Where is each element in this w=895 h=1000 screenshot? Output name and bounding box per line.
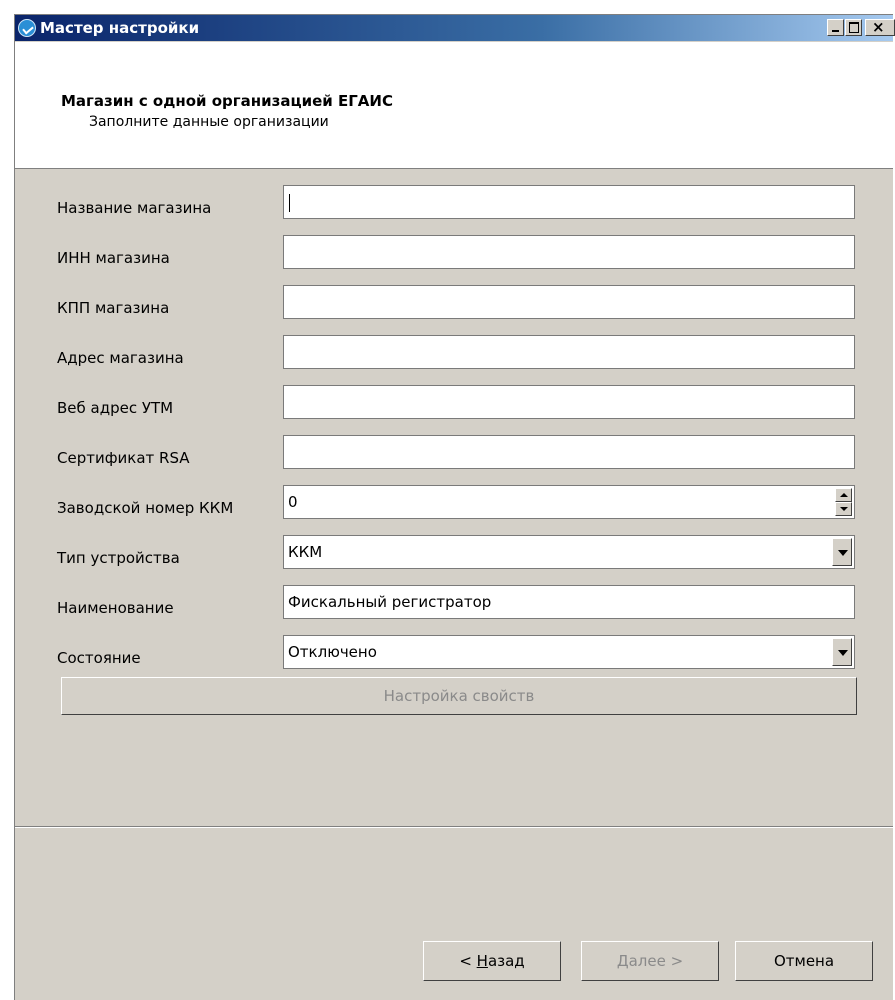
chevron-down-icon[interactable]: [832, 638, 852, 666]
close-icon[interactable]: ×: [865, 18, 895, 36]
chevron-down-icon[interactable]: [832, 538, 852, 566]
text-caret: [289, 194, 290, 212]
kkm-serial-value: 0: [288, 493, 298, 511]
store-name-input[interactable]: [283, 185, 855, 219]
rsa-cert-label: Сертификат RSA: [57, 449, 190, 467]
state-label: Состояние: [57, 649, 141, 667]
store-address-input[interactable]: [283, 335, 855, 369]
properties-button[interactable]: Настройка свойств: [61, 677, 857, 715]
wizard-window: Мастер настройки × Магазин с одной орган…: [14, 14, 895, 1000]
utm-url-input[interactable]: [283, 385, 855, 419]
window-title: Мастер настройки: [40, 19, 200, 37]
wizard-header: Магазин с одной организацией ЕГАИС Запол…: [15, 42, 893, 169]
store-inn-label: ИНН магазина: [57, 249, 170, 267]
device-name-label: Наименование: [57, 599, 174, 617]
kkm-serial-stepper[interactable]: 0: [283, 485, 855, 519]
rsa-cert-input[interactable]: [283, 435, 855, 469]
maximize-icon[interactable]: [845, 19, 862, 36]
app-icon: [18, 19, 36, 37]
store-name-label: Название магазина: [57, 199, 212, 217]
utm-url-label: Веб адрес УТМ: [57, 399, 174, 417]
title-bar[interactable]: Мастер настройки ×: [15, 15, 895, 41]
device-type-label: Тип устройства: [57, 549, 180, 567]
store-address-label: Адрес магазина: [57, 349, 184, 367]
spin-down-icon[interactable]: [835, 502, 852, 516]
store-kpp-input[interactable]: [283, 285, 855, 319]
page-title: Магазин с одной организацией ЕГАИС: [61, 92, 393, 110]
footer-divider: [15, 826, 893, 828]
minimize-icon[interactable]: [827, 19, 844, 36]
device-name-input[interactable]: Фискальный регистратор: [283, 585, 855, 619]
cancel-button[interactable]: Отмена: [735, 941, 873, 981]
spin-up-icon[interactable]: [835, 488, 852, 502]
kkm-serial-label: Заводской номер ККМ: [57, 499, 234, 517]
store-inn-input[interactable]: [283, 235, 855, 269]
state-select[interactable]: Отключено: [283, 635, 855, 669]
device-type-select[interactable]: ККМ: [283, 535, 855, 569]
spin-buttons[interactable]: [835, 488, 852, 516]
state-value: Отключено: [288, 643, 377, 661]
store-kpp-label: КПП магазина: [57, 299, 170, 317]
next-button[interactable]: Далее >: [581, 941, 719, 981]
device-type-value: ККМ: [288, 543, 323, 561]
back-button[interactable]: < Назад: [423, 941, 561, 981]
page-subtitle: Заполните данные организации: [89, 114, 329, 130]
